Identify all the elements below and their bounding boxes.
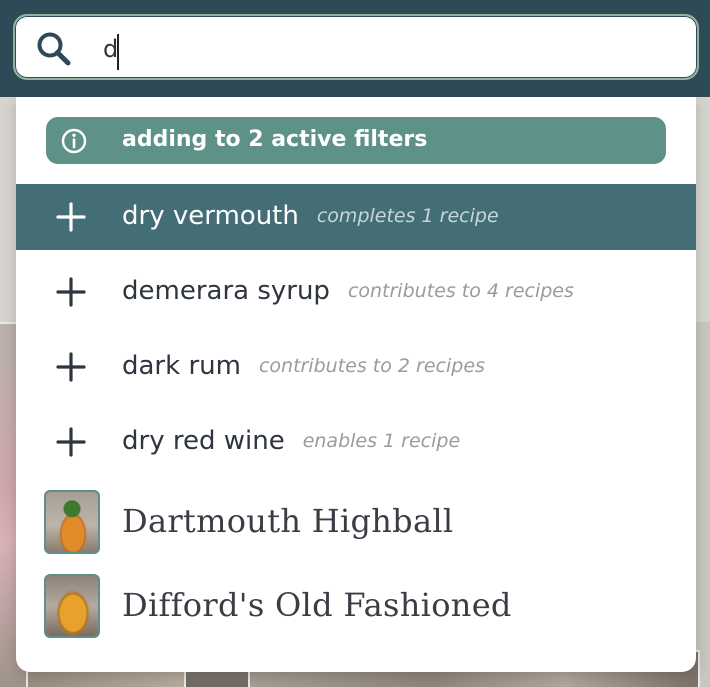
recipe-thumbnail bbox=[44, 574, 100, 638]
text-caret bbox=[117, 34, 119, 70]
search-icon bbox=[37, 32, 71, 66]
search-bar[interactable]: d bbox=[13, 14, 699, 80]
recipe-label: Dartmouth Highball bbox=[122, 502, 454, 540]
suggestion-ingredient-dry-red-wine[interactable]: dry red wine enables 1 recipe bbox=[16, 409, 696, 475]
suggestion-recipe-dartmouth-highball[interactable]: Dartmouth Highball bbox=[16, 482, 696, 564]
suggestion-label: dark rum contributes to 2 recipes bbox=[122, 351, 485, 381]
search-suggestions-dropdown: adding to 2 active filters dry vermouth c… bbox=[16, 97, 696, 672]
plus-icon bbox=[56, 352, 86, 382]
suggestion-label: dry red wine enables 1 recipe bbox=[122, 426, 461, 456]
active-filters-notice: adding to 2 active filters bbox=[46, 117, 666, 164]
suggestion-ingredient-dry-vermouth[interactable]: dry vermouth completes 1 recipe bbox=[16, 184, 696, 250]
active-filters-text: adding to 2 active filters bbox=[122, 127, 428, 152]
suggestion-hint: contributes to 4 recipes bbox=[347, 280, 574, 302]
suggestion-ingredient-demerara-syrup[interactable]: demerara syrup contributes to 4 recipes bbox=[16, 259, 696, 325]
plus-icon bbox=[56, 427, 86, 457]
recipe-thumbnail bbox=[44, 490, 100, 554]
info-circle-icon bbox=[61, 128, 87, 154]
plus-icon bbox=[56, 202, 86, 232]
suggestion-hint: contributes to 2 recipes bbox=[258, 355, 485, 377]
suggestion-label: demerara syrup contributes to 4 recipes bbox=[122, 276, 574, 306]
suggestion-label: dry vermouth completes 1 recipe bbox=[122, 201, 499, 231]
suggestion-recipe-diffords-old-fashioned[interactable]: Difford's Old Fashioned bbox=[16, 566, 696, 648]
plus-icon bbox=[56, 277, 86, 307]
search-input[interactable]: d bbox=[103, 34, 118, 64]
suggestion-ingredient-dark-rum[interactable]: dark rum contributes to 2 recipes bbox=[16, 334, 696, 400]
recipe-label: Difford's Old Fashioned bbox=[122, 586, 512, 624]
suggestion-hint: completes 1 recipe bbox=[316, 205, 499, 227]
suggestion-hint: enables 1 recipe bbox=[302, 430, 461, 452]
